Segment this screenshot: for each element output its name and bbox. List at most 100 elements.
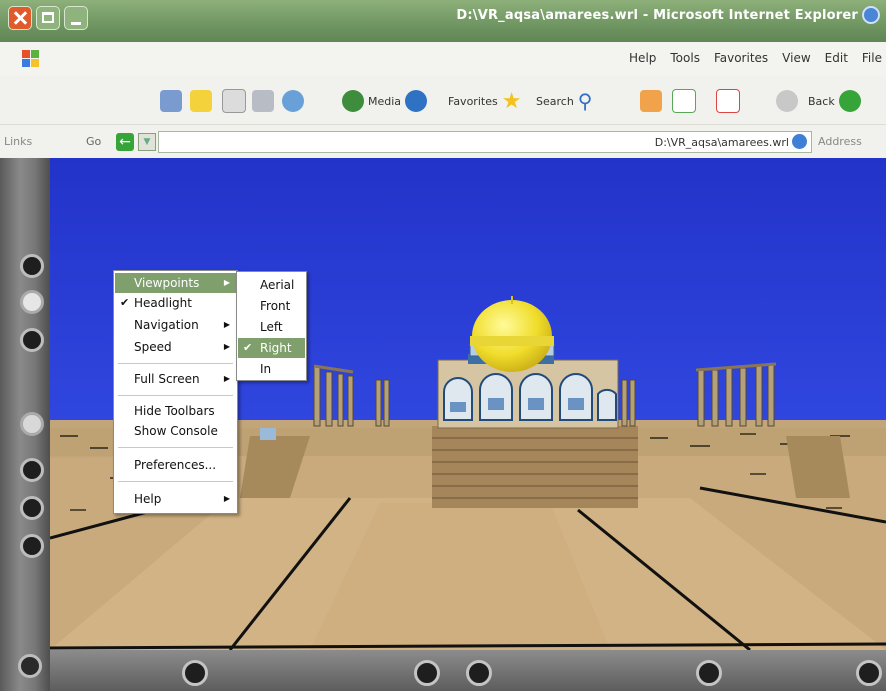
minimize-window-button[interactable]: [64, 6, 88, 30]
viewpoints-submenu: Aerial Front Left ✔ Right In: [236, 271, 307, 381]
menu-item-label: Show Console: [134, 424, 218, 438]
home-button[interactable]: [640, 88, 662, 114]
previous-viewpoint-button[interactable]: [414, 660, 440, 686]
close-window-button[interactable]: [8, 6, 32, 30]
viewpoint-left[interactable]: Left: [238, 317, 305, 337]
go-label[interactable]: Go: [86, 135, 101, 148]
favorites-label: Favorites: [448, 94, 498, 108]
dropdown-chevron-icon[interactable]: ▼: [138, 133, 156, 151]
walk-button[interactable]: [20, 254, 44, 278]
menu-item-show-console[interactable]: Show Console: [115, 421, 236, 441]
stop-button[interactable]: [716, 88, 740, 114]
menu-separator: [118, 447, 233, 448]
menu-file[interactable]: File: [862, 51, 882, 65]
menu-item-label: Headlight: [134, 296, 192, 310]
messenger-button[interactable]: [190, 88, 212, 114]
menu-item-preferences[interactable]: Preferences...: [115, 455, 236, 475]
submenu-arrow-icon: ▶: [223, 494, 230, 503]
gravity-button[interactable]: [18, 654, 42, 678]
viewpoint-control-bar: [50, 650, 886, 691]
address-bar: Links Go ← ▼ D:\VR_aqsa\amarees.wrl Addr…: [0, 124, 886, 159]
restore-button[interactable]: [696, 660, 722, 686]
menu-item-viewpoints[interactable]: Viewpoints ▶: [115, 273, 236, 293]
turn-button[interactable]: [20, 328, 44, 352]
favorites-button[interactable]: Favorites ★: [448, 88, 521, 114]
study-button[interactable]: [20, 496, 44, 520]
search-icon: ⚲: [577, 89, 593, 113]
viewpoint-aerial[interactable]: Aerial: [238, 275, 305, 295]
menu-separator: [118, 363, 233, 364]
go-arrow-icon[interactable]: ←: [116, 133, 134, 151]
edit-page-icon: [222, 89, 246, 113]
menu-item-label: Help: [134, 492, 162, 506]
home-icon: [640, 90, 662, 112]
forward-button[interactable]: [776, 88, 798, 114]
windows-logo-icon: [22, 50, 40, 68]
search-label: Search: [536, 94, 574, 108]
viewpoint-in[interactable]: In: [238, 359, 305, 379]
history-icon: [342, 90, 364, 112]
goto-button[interactable]: [20, 458, 44, 482]
media-label: Media: [368, 94, 402, 108]
back-arrow-icon: [838, 90, 861, 112]
submenu-item-label: Right: [260, 341, 292, 355]
menu-separator: [118, 395, 233, 396]
links-label[interactable]: Links: [4, 135, 32, 148]
maximize-window-button[interactable]: [36, 6, 60, 30]
history-button[interactable]: [342, 88, 364, 114]
context-menu: Viewpoints ▶ ✔ Headlight Navigation ▶ Speed…: [113, 270, 238, 514]
submenu-item-label: Front: [260, 299, 291, 313]
menu-edit[interactable]: Edit: [825, 51, 848, 65]
checkmark-icon: ✔: [243, 341, 253, 354]
print-button[interactable]: [252, 88, 274, 114]
menu-separator: [118, 481, 233, 482]
window-title: D:\VR_aqsa\amarees.wrl - Microsoft Inter…: [456, 8, 858, 23]
toolbar: Media Favorites ★ Search ⚲ Back: [0, 76, 886, 124]
submenu-arrow-icon: ▶: [223, 278, 230, 287]
media-button[interactable]: Media: [368, 88, 428, 114]
menu-item-label: Preferences...: [134, 458, 217, 472]
menu-item-hide-toolbars[interactable]: Hide Toolbars: [115, 401, 236, 421]
next-viewpoint-button[interactable]: [466, 660, 492, 686]
stop-icon: [716, 89, 740, 113]
search-button[interactable]: Search ⚲: [536, 88, 592, 114]
mail-button[interactable]: [282, 88, 304, 114]
menu-help[interactable]: Help: [629, 51, 656, 65]
menu-item-full-screen[interactable]: Full Screen ▶: [115, 369, 236, 389]
back-label: Back: [808, 94, 835, 108]
edit-button[interactable]: [222, 88, 246, 114]
navigation-panel: [0, 158, 50, 691]
submenu-item-label: In: [260, 362, 272, 376]
research-button[interactable]: [160, 88, 182, 114]
submenu-arrow-icon: ▶: [223, 374, 230, 383]
menu-bar: Help Tools Favorites View Edit File: [0, 42, 886, 77]
zoom-button[interactable]: [20, 534, 44, 558]
pan-button[interactable]: [20, 290, 44, 314]
address-label: Address: [818, 135, 862, 148]
research-icon: [160, 90, 182, 112]
submenu-arrow-icon: ▶: [223, 342, 230, 351]
menu-item-label: Viewpoints: [134, 276, 200, 290]
refresh-button[interactable]: [672, 88, 696, 114]
menu-favorites[interactable]: Favorites: [714, 51, 768, 65]
menu-item-help[interactable]: Help ▶: [115, 489, 236, 509]
menu-item-navigation[interactable]: Navigation ▶: [115, 315, 236, 335]
fit-button[interactable]: [856, 660, 882, 686]
checkmark-icon: ✔: [120, 296, 130, 309]
page-icon: [792, 134, 807, 149]
submenu-arrow-icon: ▶: [223, 320, 230, 329]
menu-tools[interactable]: Tools: [670, 51, 700, 65]
back-button[interactable]: Back: [808, 88, 861, 114]
printer-icon: [252, 90, 274, 112]
menu-item-speed[interactable]: Speed ▶: [115, 337, 236, 357]
menu-view[interactable]: View: [782, 51, 810, 65]
roll-button[interactable]: [20, 412, 44, 436]
viewpoint-right[interactable]: ✔ Right: [238, 338, 305, 358]
mail-icon: [282, 90, 304, 112]
menu-item-headlight[interactable]: ✔ Headlight: [115, 293, 236, 313]
address-input[interactable]: D:\VR_aqsa\amarees.wrl: [158, 131, 812, 153]
viewpoint-front[interactable]: Front: [238, 296, 305, 316]
note-icon: [190, 90, 212, 112]
straighten-button[interactable]: [182, 660, 208, 686]
title-bar: D:\VR_aqsa\amarees.wrl - Microsoft Inter…: [0, 0, 886, 42]
